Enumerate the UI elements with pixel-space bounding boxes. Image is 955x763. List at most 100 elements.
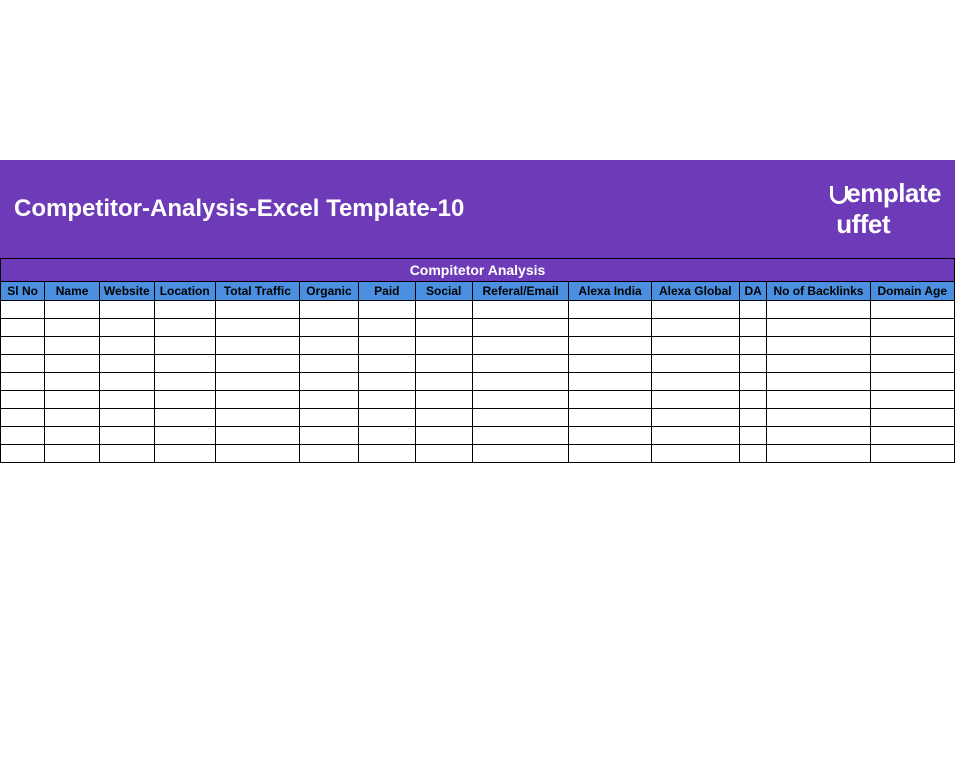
table-cell[interactable] [215,427,299,445]
table-cell[interactable] [870,445,954,463]
table-cell[interactable] [1,355,45,373]
col-header-location[interactable]: Location [154,282,215,301]
table-cell[interactable] [299,301,358,319]
table-cell[interactable] [358,373,415,391]
table-cell[interactable] [299,337,358,355]
table-cell[interactable] [358,427,415,445]
table-cell[interactable] [472,409,569,427]
col-header-name[interactable]: Name [45,282,100,301]
col-header-alexa-india[interactable]: Alexa India [569,282,651,301]
table-cell[interactable] [651,319,739,337]
table-cell[interactable] [1,373,45,391]
table-cell[interactable] [358,337,415,355]
table-cell[interactable] [154,427,215,445]
table-cell[interactable] [870,355,954,373]
table-cell[interactable] [154,373,215,391]
table-cell[interactable] [99,301,154,319]
table-cell[interactable] [740,445,767,463]
table-cell[interactable] [415,301,472,319]
col-header-paid[interactable]: Paid [358,282,415,301]
table-cell[interactable] [154,391,215,409]
table-cell[interactable] [45,391,100,409]
table-cell[interactable] [767,355,870,373]
table-cell[interactable] [569,409,651,427]
col-header-organic[interactable]: Organic [299,282,358,301]
table-cell[interactable] [472,301,569,319]
col-header-social[interactable]: Social [415,282,472,301]
table-cell[interactable] [99,373,154,391]
table-cell[interactable] [299,355,358,373]
table-cell[interactable] [1,301,45,319]
table-cell[interactable] [99,319,154,337]
table-cell[interactable] [651,409,739,427]
table-cell[interactable] [99,445,154,463]
table-cell[interactable] [569,301,651,319]
table-cell[interactable] [215,391,299,409]
table-cell[interactable] [767,445,870,463]
table-cell[interactable] [1,445,45,463]
table-cell[interactable] [472,445,569,463]
table-cell[interactable] [651,355,739,373]
table-cell[interactable] [472,427,569,445]
table-cell[interactable] [1,319,45,337]
table-cell[interactable] [870,409,954,427]
table-cell[interactable] [154,445,215,463]
table-cell[interactable] [215,337,299,355]
table-cell[interactable] [740,319,767,337]
table-cell[interactable] [415,427,472,445]
table-cell[interactable] [99,427,154,445]
table-cell[interactable] [45,409,100,427]
table-cell[interactable] [569,373,651,391]
table-cell[interactable] [740,337,767,355]
table-cell[interactable] [767,337,870,355]
table-cell[interactable] [472,319,569,337]
table-cell[interactable] [215,319,299,337]
table-cell[interactable] [767,409,870,427]
table-cell[interactable] [1,337,45,355]
col-header-slno[interactable]: Sl No [1,282,45,301]
table-cell[interactable] [215,355,299,373]
table-cell[interactable] [215,445,299,463]
table-cell[interactable] [870,337,954,355]
table-cell[interactable] [870,427,954,445]
col-header-domain-age[interactable]: Domain Age [870,282,954,301]
table-cell[interactable] [99,337,154,355]
table-cell[interactable] [415,373,472,391]
table-cell[interactable] [358,409,415,427]
table-cell[interactable] [651,445,739,463]
table-cell[interactable] [740,409,767,427]
table-cell[interactable] [569,337,651,355]
table-cell[interactable] [358,445,415,463]
table-cell[interactable] [45,427,100,445]
table-cell[interactable] [472,355,569,373]
table-cell[interactable] [569,427,651,445]
table-cell[interactable] [154,355,215,373]
table-cell[interactable] [1,409,45,427]
table-cell[interactable] [870,391,954,409]
table-cell[interactable] [767,427,870,445]
table-cell[interactable] [569,319,651,337]
col-header-total-traffic[interactable]: Total Traffic [215,282,299,301]
table-cell[interactable] [299,373,358,391]
table-cell[interactable] [740,355,767,373]
table-cell[interactable] [1,391,45,409]
table-cell[interactable] [569,355,651,373]
col-header-website[interactable]: Website [99,282,154,301]
table-cell[interactable] [299,319,358,337]
table-cell[interactable] [870,301,954,319]
table-cell[interactable] [472,373,569,391]
table-cell[interactable] [651,391,739,409]
table-cell[interactable] [651,301,739,319]
table-cell[interactable] [740,301,767,319]
table-cell[interactable] [870,319,954,337]
table-cell[interactable] [45,337,100,355]
col-header-da[interactable]: DA [740,282,767,301]
table-cell[interactable] [299,409,358,427]
table-cell[interactable] [472,391,569,409]
table-cell[interactable] [870,373,954,391]
table-cell[interactable] [299,391,358,409]
table-cell[interactable] [740,391,767,409]
table-cell[interactable] [154,301,215,319]
table-cell[interactable] [415,409,472,427]
table-cell[interactable] [299,427,358,445]
